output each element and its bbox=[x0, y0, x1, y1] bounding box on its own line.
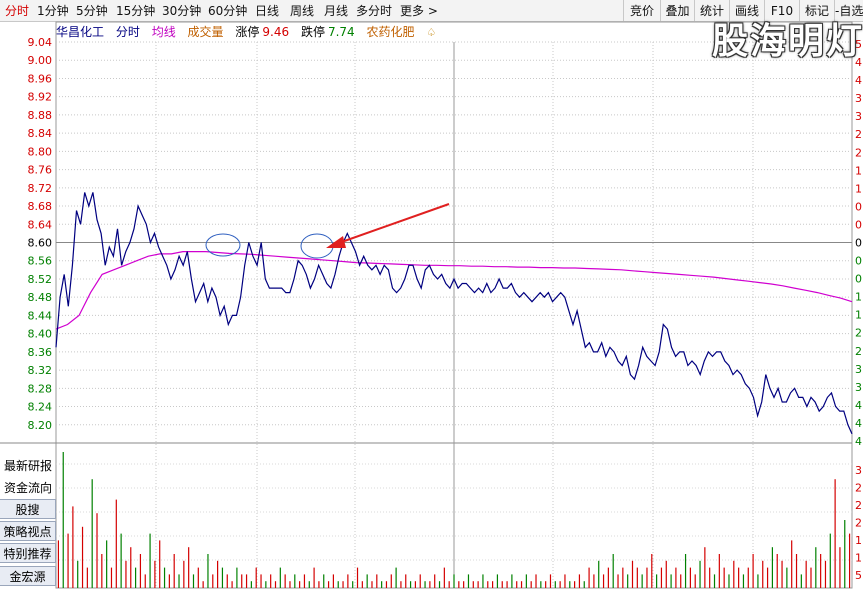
percent-tick-label: 1 bbox=[855, 291, 862, 304]
volume-tick-label: 3 bbox=[855, 464, 862, 477]
percent-tick-label: 3 bbox=[855, 381, 862, 394]
volume-tick-label: 5 bbox=[855, 569, 862, 582]
price-tick-label: 8.20 bbox=[28, 419, 53, 432]
percent-tick-label: 4 bbox=[855, 435, 862, 448]
percent-tick-label: 0 bbox=[855, 218, 862, 231]
side-strategy-view[interactable]: 策略视点 bbox=[0, 521, 56, 541]
side-stock-search[interactable]: 股搜 bbox=[0, 499, 56, 519]
price-tick-label: 8.60 bbox=[28, 237, 53, 250]
limit-up-label: 涨停 bbox=[235, 25, 260, 39]
side-jinhongyuan[interactable]: 金宏源 bbox=[0, 566, 56, 586]
percent-tick-label: 2 bbox=[855, 146, 862, 159]
price-tick-label: 8.88 bbox=[28, 109, 53, 122]
price-tick-label: 8.36 bbox=[28, 346, 53, 359]
percent-tick-label: 0 bbox=[855, 200, 862, 213]
price-tick-label: 8.52 bbox=[28, 273, 53, 286]
percent-tick-label: 1 bbox=[855, 182, 862, 195]
price-tick-label: 8.28 bbox=[28, 382, 53, 395]
limit-down-label: 跌停 bbox=[300, 25, 325, 39]
legend-timeshare: 分时 bbox=[115, 25, 140, 39]
legend-average: 均线 bbox=[151, 25, 176, 39]
volume-tick-label: 2 bbox=[855, 482, 862, 495]
stock-chart-window: 分时 1分钟 5分钟 15分钟 30分钟 60分钟 日线 周线 月线 多分时 更… bbox=[0, 0, 863, 592]
side-latest-research[interactable]: 最新研报 bbox=[0, 456, 56, 476]
percent-tick-label: 0 bbox=[855, 273, 862, 286]
volume-tick-label: 2 bbox=[855, 517, 862, 530]
price-tick-label: 8.40 bbox=[28, 328, 53, 341]
volume-tick-label: 1 bbox=[855, 534, 862, 547]
price-tick-label: 8.92 bbox=[28, 91, 53, 104]
price-tick-label: 8.44 bbox=[28, 309, 53, 322]
chart-legend: 华昌化工 分时 均线 成交量 涨停 9.46 跌停 7.74 农药化肥 ♤ bbox=[56, 23, 656, 41]
percent-tick-label: 4 bbox=[855, 399, 862, 412]
percent-tick-label: 2 bbox=[855, 327, 862, 340]
price-tick-label: 8.68 bbox=[28, 200, 53, 213]
price-tick-label: 9.04 bbox=[28, 36, 53, 49]
percent-tick-label: 0 bbox=[855, 237, 862, 250]
bell-icon[interactable]: ♤ bbox=[426, 26, 436, 39]
price-tick-label: 8.84 bbox=[28, 127, 53, 140]
volume-axis: 3 2 2 2 1 1 5 bbox=[855, 464, 862, 582]
percent-tick-label: 2 bbox=[855, 345, 862, 358]
price-tick-label: 8.56 bbox=[28, 255, 53, 268]
price-tick-label: 9.00 bbox=[28, 54, 53, 67]
annotation-arrow-shaft bbox=[335, 203, 450, 245]
percent-tick-label: 3 bbox=[855, 363, 862, 376]
limit-up-value: 9.46 bbox=[262, 25, 290, 39]
price-tick-label: 8.48 bbox=[28, 291, 53, 304]
annotations bbox=[205, 203, 450, 259]
percent-axis: 54433221100000112233444 bbox=[855, 38, 862, 448]
price-tick-label: 8.64 bbox=[28, 218, 53, 231]
watermark-text: 股海明灯 bbox=[712, 21, 863, 62]
side-special-recommend[interactable]: 特别推荐 bbox=[0, 543, 56, 563]
price-tick-label: 8.72 bbox=[28, 182, 53, 195]
side-capital-flow[interactable]: 资金流向 bbox=[0, 478, 56, 498]
price-tick-label: 8.32 bbox=[28, 364, 53, 377]
percent-tick-label: 1 bbox=[855, 309, 862, 322]
volume-tick-label: 1 bbox=[855, 552, 862, 565]
price-tick-label: 8.76 bbox=[28, 164, 53, 177]
price-axis: 9.04 9.00 8.96 8.92 8.88 8.84 8.80 8.76 8.72 8.68… bbox=[28, 36, 53, 432]
volume-tick-label: 2 bbox=[855, 499, 862, 512]
percent-tick-label: 4 bbox=[855, 417, 862, 430]
percent-tick-label: 3 bbox=[855, 92, 862, 105]
price-tick-label: 8.80 bbox=[28, 145, 53, 158]
limit-down-value: 7.74 bbox=[327, 25, 355, 39]
percent-tick-label: 2 bbox=[855, 128, 862, 141]
chart-grid bbox=[0, 21, 853, 589]
timeshare-chart: 9.04 9.00 8.96 8.92 8.88 8.84 8.80 8.76 8.72 8.68… bbox=[0, 21, 862, 589]
percent-tick-label: 3 bbox=[855, 110, 862, 123]
stock-name[interactable]: 华昌化工 bbox=[56, 25, 104, 39]
price-tick-label: 8.96 bbox=[28, 72, 53, 85]
percent-tick-label: 1 bbox=[855, 164, 862, 177]
concept-tag[interactable]: 农药化肥 bbox=[367, 25, 415, 39]
percent-tick-label: 4 bbox=[855, 74, 862, 87]
legend-volume: 成交量 bbox=[187, 25, 224, 39]
percent-tick-label: 0 bbox=[855, 255, 862, 268]
highlight-ellipse-right bbox=[300, 233, 334, 259]
price-tick-label: 8.24 bbox=[28, 401, 53, 414]
